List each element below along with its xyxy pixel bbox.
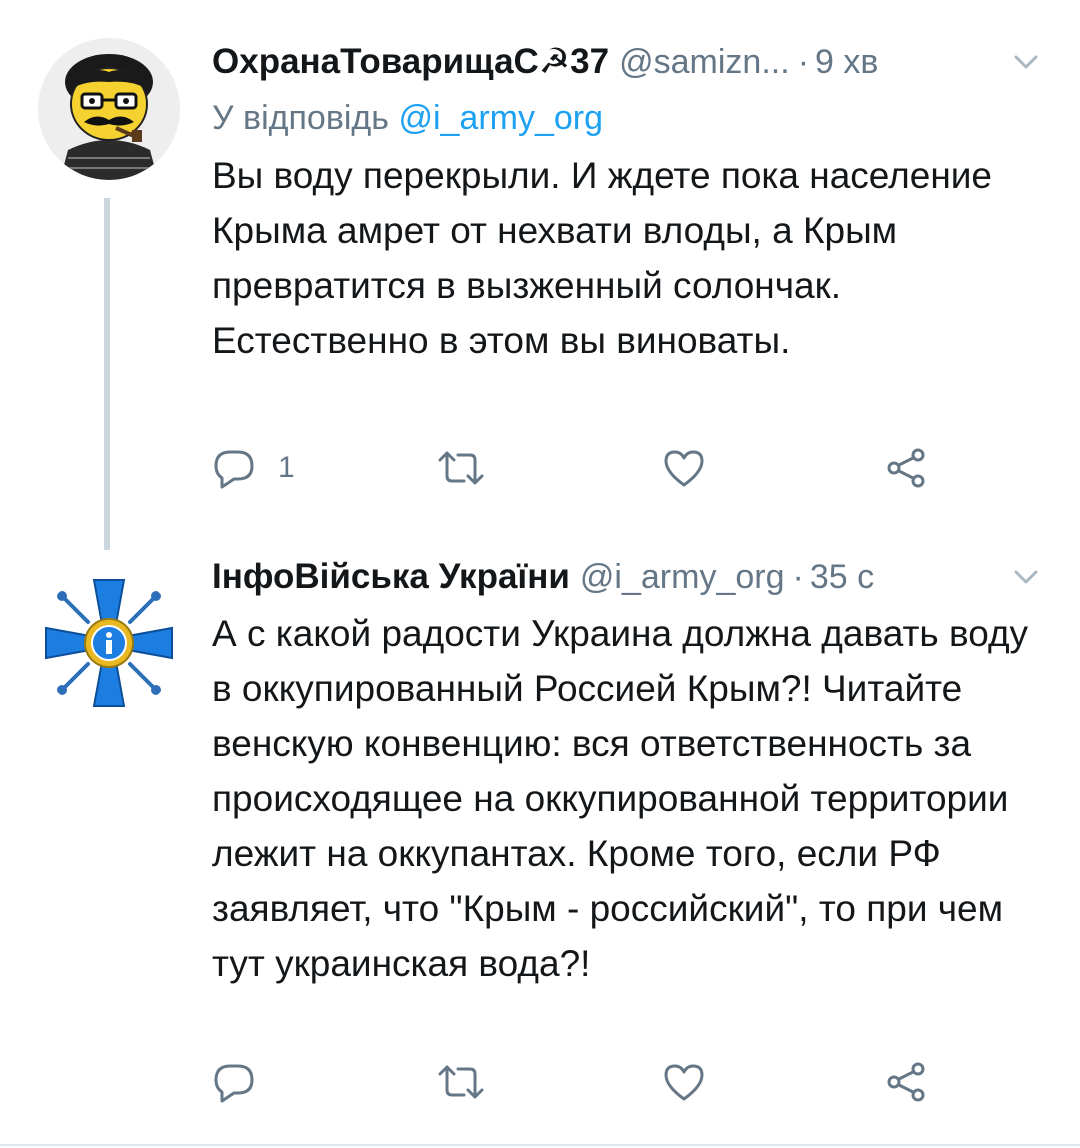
tweet[interactable]: ОхранаТоварищаС☭37 @samizn... · 9 хв У відп… bbox=[0, 0, 1080, 550]
chevron-down-icon[interactable] bbox=[1012, 563, 1040, 591]
retweet-icon bbox=[438, 451, 484, 485]
like-button[interactable] bbox=[662, 444, 706, 492]
reply-icon bbox=[214, 450, 254, 489]
share-icon bbox=[887, 1062, 925, 1102]
thread-connector-line bbox=[104, 198, 110, 550]
timestamp[interactable]: 35 с bbox=[810, 558, 874, 596]
tweet-text: А с какой радости Украина должна давать … bbox=[212, 613, 1029, 984]
display-name[interactable]: ІнфоВійська України bbox=[212, 557, 570, 596]
reply-mention-link[interactable]: @i_army_org bbox=[398, 99, 603, 137]
share-button[interactable] bbox=[884, 1058, 928, 1106]
action-bar: 1 bbox=[212, 444, 972, 492]
reply-context: У відповідь @i_army_org bbox=[212, 96, 603, 140]
share-button[interactable] bbox=[884, 444, 928, 492]
like-icon bbox=[664, 450, 704, 487]
like-button[interactable] bbox=[662, 1058, 706, 1106]
reply-button[interactable] bbox=[212, 1058, 278, 1106]
retweet-button[interactable] bbox=[436, 444, 486, 492]
reply-prefix: У відповідь bbox=[212, 99, 389, 137]
tweet-header: ІнфоВійська України @i_army_org · 35 с bbox=[212, 555, 1040, 599]
tweet[interactable]: ІнфоВійська України @i_army_org · 35 с А с … bbox=[0, 548, 1080, 1148]
timestamp[interactable]: 9 хв bbox=[815, 43, 878, 81]
like-icon bbox=[664, 1064, 704, 1101]
divider bbox=[0, 1144, 1080, 1146]
cartoon-avatar-icon bbox=[38, 38, 180, 180]
reply-icon bbox=[214, 1064, 254, 1103]
display-name[interactable]: ОхранаТоварищаС☭37 bbox=[212, 42, 609, 81]
separator-dot: · bbox=[797, 43, 810, 81]
retweet-button[interactable] bbox=[436, 1058, 486, 1106]
reply-button[interactable]: 1 bbox=[212, 444, 295, 492]
share-icon bbox=[887, 448, 925, 488]
avatar[interactable] bbox=[38, 38, 180, 180]
handle[interactable]: @i_army_org bbox=[580, 558, 785, 596]
chevron-down-icon[interactable] bbox=[1012, 48, 1040, 76]
handle[interactable]: @samizn... bbox=[619, 43, 790, 81]
separator-dot: · bbox=[792, 558, 804, 596]
avatar[interactable] bbox=[38, 572, 180, 714]
military-cross-emblem-icon bbox=[38, 572, 180, 714]
retweet-icon bbox=[438, 1065, 484, 1099]
reply-count: 1 bbox=[278, 451, 295, 484]
tweet-header: ОхранаТоварищаС☭37 @samizn... · 9 хв bbox=[212, 40, 1040, 84]
action-bar bbox=[212, 1058, 972, 1106]
tweet-text: Вы воду перекрыли. И ждете пока населени… bbox=[212, 155, 992, 361]
